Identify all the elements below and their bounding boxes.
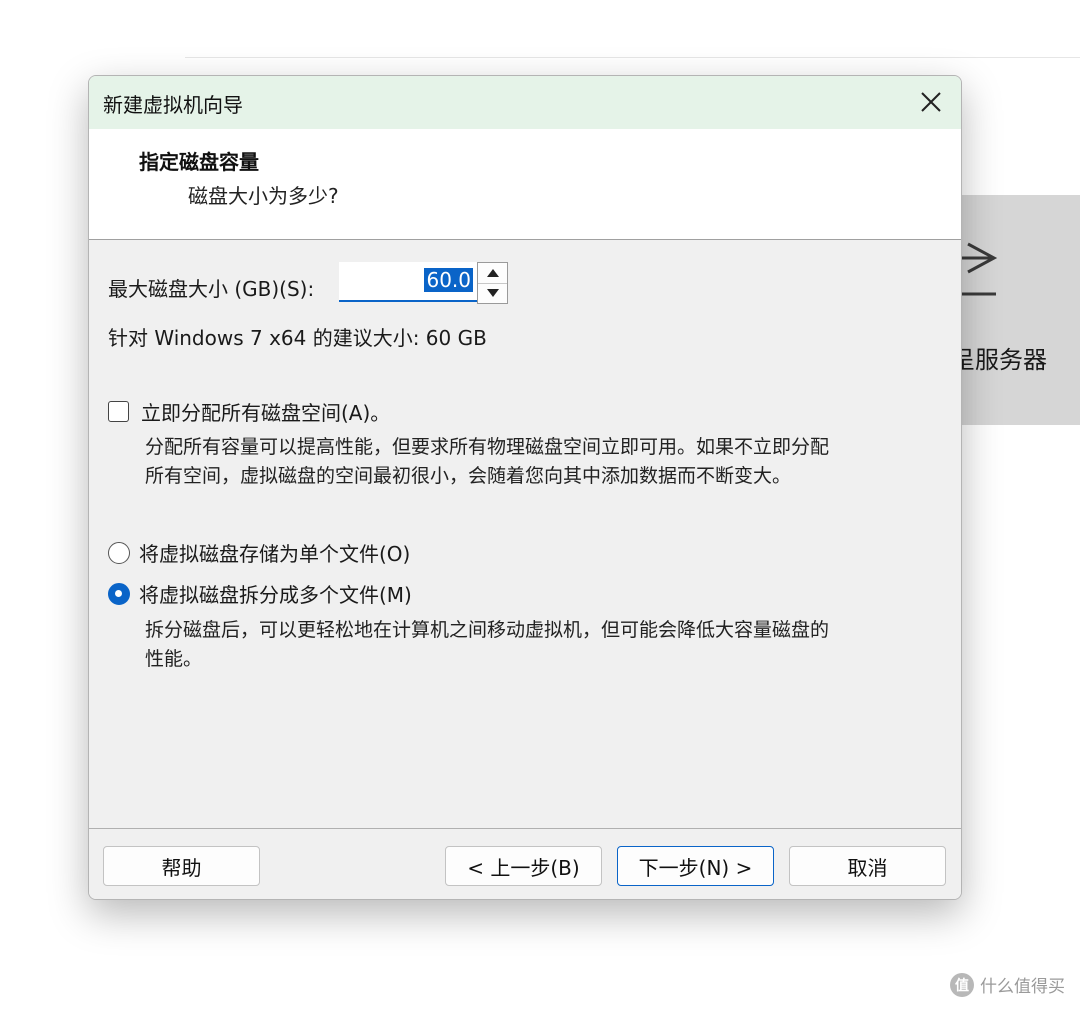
disk-size-spinner	[477, 262, 508, 304]
page-title: 指定磁盘容量	[139, 150, 259, 174]
disk-size-label: 最大磁盘大小 (GB)(S):	[108, 277, 315, 301]
background-divider	[185, 57, 1080, 58]
spin-up-button[interactable]	[478, 263, 507, 284]
recommended-size-text: 针对 Windows 7 x64 的建议大小: 60 GB	[108, 326, 487, 350]
new-vm-wizard-dialog: 新建虚拟机向导 指定磁盘容量 磁盘大小为多少? 最大磁盘大小 (GB)(S): …	[88, 75, 962, 900]
next-button[interactable]: 下一步(N) >	[617, 846, 774, 886]
wizard-header: 指定磁盘容量 磁盘大小为多少?	[89, 129, 961, 240]
split-files-label: 将虚拟磁盘拆分成多个文件(M)	[139, 583, 412, 607]
triangle-down-icon	[486, 289, 499, 297]
triangle-up-icon	[486, 269, 499, 277]
cancel-button[interactable]: 取消	[789, 846, 946, 886]
allocate-description-line1: 分配所有容量可以提高性能，但要求所有物理磁盘空间立即可用。如果不立即分配	[145, 436, 830, 458]
spin-down-button[interactable]	[478, 283, 507, 303]
single-file-radio-row[interactable]: 将虚拟磁盘存储为单个文件(O)	[108, 538, 410, 567]
disk-size-value: 60.0	[424, 268, 473, 292]
split-files-radio-row[interactable]: 将虚拟磁盘拆分成多个文件(M)	[108, 579, 412, 608]
close-button[interactable]	[909, 82, 953, 122]
titlebar[interactable]: 新建虚拟机向导	[89, 76, 961, 129]
single-file-label: 将虚拟磁盘存储为单个文件(O)	[139, 542, 411, 566]
allocate-all-checkbox-row[interactable]: 立即分配所有磁盘空间(A)。	[108, 397, 390, 426]
watermark-text: 什么值得买	[980, 977, 1065, 997]
single-file-radio[interactable]	[108, 541, 130, 564]
watermark-logo-icon: 值	[950, 972, 974, 997]
allocate-all-label: 立即分配所有磁盘空间(A)。	[141, 401, 391, 425]
allocate-description-line2: 所有空间，虚拟磁盘的空间最初很小，会随着您向其中添加数据而不断变大。	[145, 465, 792, 487]
page-subtitle: 磁盘大小为多少?	[188, 184, 339, 208]
allocate-all-checkbox[interactable]	[108, 401, 129, 422]
help-button[interactable]: 帮助	[103, 846, 260, 886]
window-title: 新建虚拟机向导	[103, 93, 243, 117]
dialog-footer: 帮助 < 上一步(B) 下一步(N) > 取消	[89, 828, 961, 899]
split-description-line2: 性能。	[145, 648, 203, 670]
disk-size-input[interactable]: 60.0	[339, 262, 477, 302]
background-panel-label: 呈服务器	[951, 346, 1047, 374]
back-button[interactable]: < 上一步(B)	[445, 846, 602, 886]
split-files-radio[interactable]	[108, 582, 130, 605]
close-icon	[921, 92, 941, 112]
arrow-right-bar-icon	[960, 242, 998, 296]
watermark: 值 什么值得买	[950, 972, 1065, 997]
split-description-line1: 拆分磁盘后，可以更轻松地在计算机之间移动虚拟机，但可能会降低大容量磁盘的	[145, 619, 830, 641]
